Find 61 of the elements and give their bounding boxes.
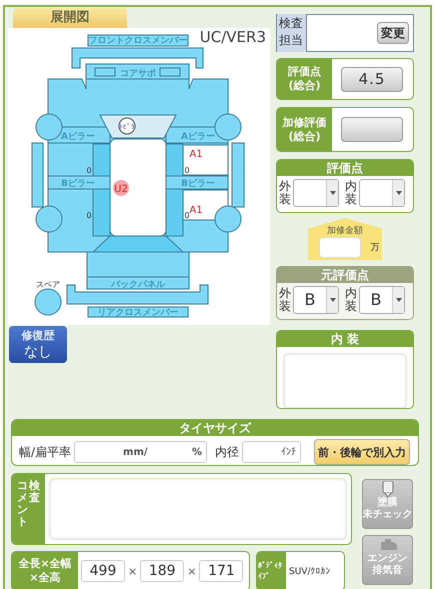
grade-select[interactable] <box>359 179 405 207</box>
caret-icon <box>396 191 402 195</box>
grade-select[interactable] <box>293 179 339 207</box>
caret-icon <box>330 191 336 195</box>
separate-input-button[interactable]: 前・後輪で別入力 <box>314 439 410 465</box>
select-label: 外装 <box>279 286 291 314</box>
select-label: 外装 <box>279 180 291 206</box>
panel-count: 0 <box>86 211 92 220</box>
part-label: スペア <box>36 280 60 289</box>
card-header: 内 装 <box>277 331 413 347</box>
width-ratio-input[interactable]: mm/ % <box>74 441 208 463</box>
damage-code: A1 <box>189 205 203 216</box>
grade-select[interactable]: B <box>293 286 339 314</box>
part-label: コアサポ <box>120 69 156 79</box>
overall-score-button[interactable]: 4.5 <box>341 66 403 92</box>
interior-textarea[interactable] <box>283 353 407 408</box>
damage-code: A1 <box>189 149 203 160</box>
caret-icon <box>330 298 336 302</box>
select-label: 内装 <box>345 286 357 314</box>
inspector-label: 検査担当 <box>277 14 308 52</box>
repair-score-button[interactable] <box>341 117 403 142</box>
times-sign: × <box>187 564 196 578</box>
unit-label: 万 <box>370 242 380 254</box>
part-label: Aピラー <box>61 132 95 142</box>
diameter-label: 内径 <box>215 444 240 460</box>
part-label: Bピラー <box>61 179 95 189</box>
width-ratio-label: 幅/扁平率 <box>19 444 72 460</box>
diameter-input[interactable]: ｲﾝﾁ <box>242 441 302 463</box>
select-label: 内装 <box>345 180 357 206</box>
version-label: UC/VER3 <box>200 28 266 46</box>
amount-input[interactable] <box>318 237 360 258</box>
repair-score-label: 加修評価 (総合) <box>277 108 332 151</box>
dimension-input[interactable]: 189 <box>140 560 184 582</box>
part-label: バックパネル <box>111 280 165 290</box>
comment-textarea[interactable] <box>49 478 347 540</box>
part-label: Aピラー <box>181 132 215 142</box>
part-label: リアクロスメンバー <box>98 308 178 318</box>
part-label: フロントクロスメンバー <box>88 36 188 46</box>
change-button[interactable]: 変更 <box>377 22 409 44</box>
overall-score-label: 評価点 (総合) <box>277 59 332 99</box>
body-type-value: SUV/ｸﾛｶﾝ <box>288 566 330 576</box>
dimensions-label: 全長×全幅 ×全高 <box>12 552 78 589</box>
card-header: 元評価点 <box>277 267 413 283</box>
card-header: 評価点 <box>277 160 413 176</box>
repair-amount-label: 加修金額 <box>327 224 363 237</box>
grade-select[interactable]: B <box>359 286 405 314</box>
dimension-input[interactable]: 499 <box>81 560 125 582</box>
panel-count: 0 <box>184 166 190 175</box>
dimension-input[interactable]: 171 <box>199 560 244 582</box>
diagram-tab[interactable]: 展開図 <box>13 8 127 28</box>
caret-icon <box>396 298 402 302</box>
panel-count: 0 <box>184 211 190 220</box>
body-type-label: ﾎﾞﾃﾞｨﾀｲﾌﾟ <box>257 552 286 589</box>
comment-label: コメント <box>17 480 28 530</box>
panel-count: 0 <box>86 166 92 175</box>
comment-label: 検査 <box>29 480 40 506</box>
part-label: Bピラー <box>181 179 215 189</box>
card-header: タイヤサイズ <box>12 420 418 436</box>
repair-history-button[interactable]: 修復歴 なし <box>9 326 67 363</box>
times-sign: × <box>128 564 138 578</box>
gauge-icon <box>380 481 394 497</box>
